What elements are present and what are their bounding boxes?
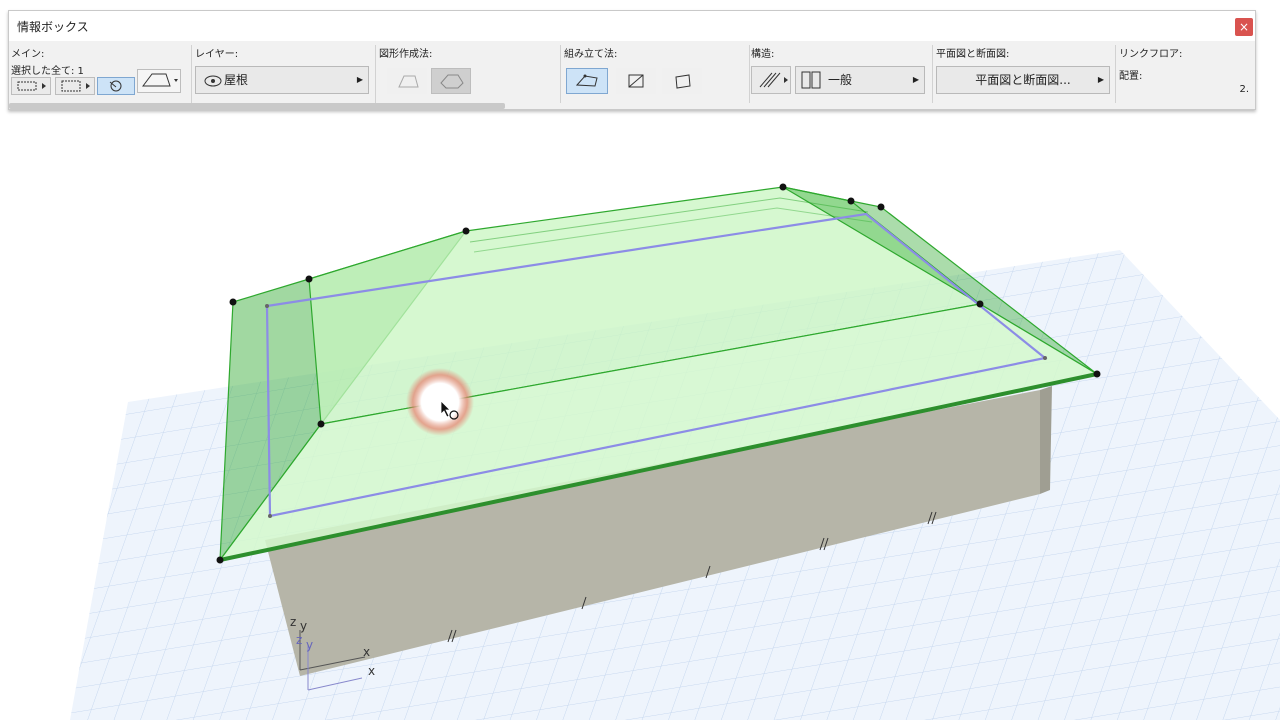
plan-section-value: 平面図と断面図... — [975, 73, 1071, 87]
axis-label-x2: x — [368, 664, 375, 678]
layer-dropdown[interactable]: 屋根 ▶ — [195, 66, 369, 94]
rectangle-method-icon — [628, 74, 644, 88]
eye-icon — [204, 75, 222, 87]
polygon-method-button[interactable] — [566, 68, 608, 94]
building-wall-side — [1040, 386, 1052, 494]
area-select-icon — [61, 80, 90, 92]
info-box-titlebar[interactable]: 情報ボックス × — [9, 11, 1255, 41]
link-floor-value[interactable]: 2. — [1239, 84, 1249, 95]
divider — [749, 45, 750, 103]
roof-shape-icon — [142, 73, 178, 87]
single-plane-roof-icon — [398, 75, 419, 88]
placement-label: 配置: — [1119, 71, 1143, 82]
structure-value: 一般 — [828, 73, 853, 87]
close-button[interactable]: × — [1235, 18, 1253, 36]
chevron-right-icon: ▶ — [912, 75, 919, 84]
chevron-right-icon: ▶ — [356, 75, 363, 84]
hand-pointer-icon — [109, 80, 122, 92]
selection-count: 選択した全て: 1 — [11, 66, 84, 77]
pet-palette-button[interactable] — [97, 77, 135, 95]
composite-dropdown[interactable]: 一般 ▶ — [795, 66, 925, 94]
roof-type-button[interactable] — [137, 69, 181, 93]
construction-label: 組み立て法: — [564, 49, 618, 60]
polygon-method-icon — [575, 74, 598, 87]
rectangle-method-button[interactable] — [616, 68, 656, 94]
multi-plane-roof-icon — [440, 74, 464, 89]
main-label: メイン: — [11, 49, 45, 60]
axis-label-z: z — [290, 615, 296, 629]
layer-label: レイヤー: — [195, 49, 239, 60]
axis-label-y2: y — [306, 638, 313, 652]
geometry-section: 図形作成法: — [379, 42, 559, 110]
rotated-rectangle-method-button[interactable] — [662, 68, 702, 94]
marquee-icon — [17, 81, 46, 91]
rotated-rectangle-icon — [675, 74, 691, 89]
chevron-right-icon: ▶ — [1097, 75, 1104, 84]
divider — [932, 45, 933, 103]
single-plane-roof-button[interactable] — [387, 68, 427, 94]
main-section: メイン: 選択した全て: 1 — [9, 42, 189, 110]
horizontal-scrollbar[interactable] — [9, 103, 505, 109]
hatch-icon — [759, 72, 788, 88]
link-floor-section: リンクフロア: 配置: 2. — [1119, 42, 1251, 110]
composite-icon — [801, 71, 821, 89]
select-area-button[interactable] — [55, 77, 95, 95]
multi-plane-roof-button[interactable] — [431, 68, 471, 94]
link-floor-label: リンクフロア: — [1119, 49, 1183, 60]
axis-label-z2: z — [296, 633, 302, 647]
axis-label-y: y — [300, 619, 307, 633]
select-marquee-button[interactable] — [11, 77, 51, 95]
info-box-title: 情報ボックス — [17, 20, 89, 34]
divider — [560, 45, 561, 103]
info-box-panel: 情報ボックス × メイン: 選択した全て: 1 レイヤー: 屋根 ▶ 図形作成法… — [8, 10, 1256, 110]
geometry-label: 図形作成法: — [379, 49, 433, 60]
divider — [1115, 45, 1116, 103]
structure-section: 構造: 一般 ▶ — [751, 42, 931, 110]
divider — [375, 45, 376, 103]
divider — [191, 45, 192, 103]
mouse-cursor-icon — [406, 368, 474, 436]
construction-section: 組み立て法: — [564, 42, 744, 110]
structure-label: 構造: — [751, 49, 775, 60]
plan-section-button[interactable]: 平面図と断面図... ▶ — [936, 66, 1110, 94]
axis-label-x: x — [363, 645, 370, 659]
plan-section-section: 平面図と断面図: 平面図と断面図... ▶ — [936, 42, 1116, 110]
plan-section-label: 平面図と断面図: — [936, 49, 1010, 60]
layer-value: 屋根 — [224, 73, 249, 87]
layer-section: レイヤー: 屋根 ▶ — [195, 42, 375, 110]
structure-type-button[interactable] — [751, 66, 791, 94]
